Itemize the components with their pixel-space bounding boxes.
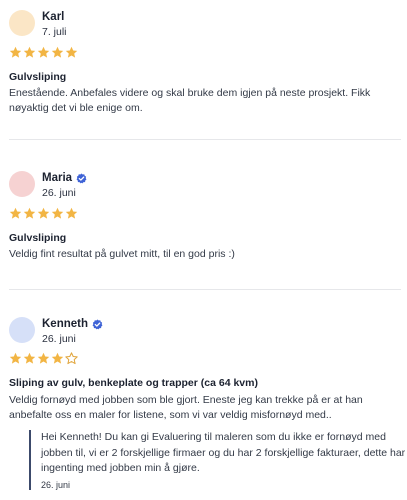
star-filled-icon <box>9 352 22 364</box>
divider <box>9 139 401 140</box>
star-filled-icon <box>37 207 50 219</box>
review-title: Sliping av gulv, benkeplate og trapper (… <box>9 377 258 389</box>
star-filled-icon <box>9 207 22 219</box>
review-date: 7. juli <box>42 26 67 38</box>
avatar <box>9 10 35 36</box>
reply-date: 26. juni <box>41 479 71 490</box>
star-filled-icon <box>9 46 22 58</box>
star-filled-icon <box>51 352 64 364</box>
review-text: Veldig fornøyd med jobben som ble gjort.… <box>9 394 363 421</box>
review-date: 26. juni <box>42 187 76 199</box>
reply-text: Hei Kenneth! Du kan gi Evaluering til ma… <box>41 431 406 474</box>
avatar <box>9 171 35 197</box>
reviewer-name: Kenneth <box>42 318 88 330</box>
review-date: 26. juni <box>42 333 76 345</box>
review-title: Gulvsliping <box>9 71 67 83</box>
star-filled-icon <box>37 46 50 58</box>
star-filled-icon <box>23 352 36 364</box>
star-filled-icon <box>23 46 36 58</box>
star-filled-icon <box>51 207 64 219</box>
owner-reply: Hei Kenneth! Du kan gi Evaluering til ma… <box>29 430 407 490</box>
review-text: Enestående. Anbefales videre og skal bru… <box>9 87 371 114</box>
review-title: Gulvsliping <box>9 232 67 244</box>
star-filled-icon <box>65 46 78 58</box>
review-text: Veldig fint resultat på gulvet mitt, til… <box>9 248 235 260</box>
star-filled-icon <box>51 46 64 58</box>
reviewer-name: Maria <box>42 172 73 184</box>
star-rating <box>9 46 78 59</box>
star-rating <box>9 207 78 220</box>
verified-badge-icon <box>76 172 87 183</box>
star-empty-icon <box>65 352 78 365</box>
star-filled-icon <box>23 207 36 219</box>
avatar <box>9 317 35 343</box>
divider <box>9 289 401 290</box>
verified-badge-icon <box>92 318 103 329</box>
star-rating <box>9 352 78 365</box>
reviewer-name: Karl <box>42 11 65 23</box>
star-filled-icon <box>37 352 50 364</box>
star-filled-icon <box>65 207 78 219</box>
